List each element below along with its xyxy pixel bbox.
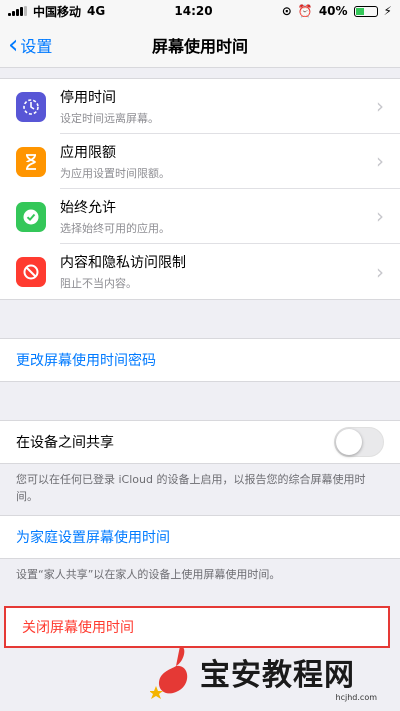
feature-row-downtime[interactable]: 停用时间 设定时间远离屏幕。 ›	[0, 79, 400, 134]
status-bar: 中国移动 4G 14:20 ⊙ ⏰ 40% ⚡	[0, 0, 400, 22]
feature-subtitle: 选择始终可用的应用。	[60, 221, 170, 235]
alarm-icon: ⏰	[297, 4, 313, 18]
back-label: 设置	[20, 37, 53, 56]
family-setup-button[interactable]: 为家庭设置屏幕使用时间	[0, 515, 400, 559]
feature-row-content-privacy[interactable]: 内容和隐私访问限制 阻止不当内容。 ›	[0, 244, 400, 299]
battery-icon	[353, 5, 378, 17]
chevron-left-icon: ‹	[8, 30, 19, 60]
family-footnote: 设置“家人共享”以在家人的设备上使用屏幕使用时间。	[16, 568, 281, 581]
feature-subtitle: 为应用设置时间限额。	[60, 166, 170, 180]
chevron-right-icon: ›	[376, 259, 384, 284]
clock: 14:20	[174, 4, 213, 18]
feature-list: 停用时间 设定时间远离屏幕。 › 应用限额 为应用设置时间限额。 › 始终允许 …	[0, 78, 400, 300]
feature-row-always-allowed[interactable]: 始终允许 选择始终可用的应用。 ›	[0, 189, 400, 244]
share-label: 在设备之间共享	[16, 435, 114, 451]
chevron-right-icon: ›	[376, 204, 384, 228]
watermark-url: hcjhd.com	[335, 693, 377, 702]
watermark-logo	[149, 642, 200, 702]
carrier-name: 中国移动	[33, 4, 82, 19]
feature-title: 应用限额	[60, 144, 116, 161]
change-passcode-button[interactable]: 更改屏幕使用时间密码	[0, 338, 400, 382]
feature-subtitle: 设定时间远离屏幕。	[60, 111, 159, 125]
rotation-lock-icon: ⊙	[281, 4, 292, 18]
chevron-right-icon: ›	[376, 149, 384, 173]
share-footnote: 您可以在任何已登录 iCloud 的设备上启用，以报告您的综合屏幕使用时间。	[16, 473, 366, 503]
hourglass-icon	[16, 146, 46, 177]
battery-percent: 40%	[318, 4, 348, 18]
checkmark-icon	[16, 201, 46, 232]
network-type: 4G	[87, 4, 106, 18]
feature-row-app-limits[interactable]: 应用限额 为应用设置时间限额。 ›	[0, 134, 400, 189]
share-toggle[interactable]	[334, 427, 384, 457]
feature-title: 停用时间	[60, 89, 116, 106]
chevron-right-icon: ›	[376, 94, 384, 118]
share-across-devices-row: 在设备之间共享	[0, 420, 400, 464]
feature-subtitle: 阻止不当内容。	[60, 277, 137, 290]
watermark-text: 宝安教程网	[200, 658, 355, 693]
downtime-icon	[16, 91, 46, 122]
back-button[interactable]: ‹ 设置	[8, 22, 52, 68]
feature-title: 始终允许	[60, 199, 116, 216]
signal-icon	[8, 6, 27, 16]
charging-icon: ⚡	[383, 4, 392, 18]
feature-title: 内容和隐私访问限制	[60, 255, 186, 271]
page-title: 屏幕使用时间	[151, 36, 248, 56]
restriction-icon	[16, 256, 46, 287]
watermark: 宝安教程网 hcjhd.com	[149, 640, 395, 704]
navigation-bar: ‹ 设置 屏幕使用时间	[0, 22, 400, 68]
